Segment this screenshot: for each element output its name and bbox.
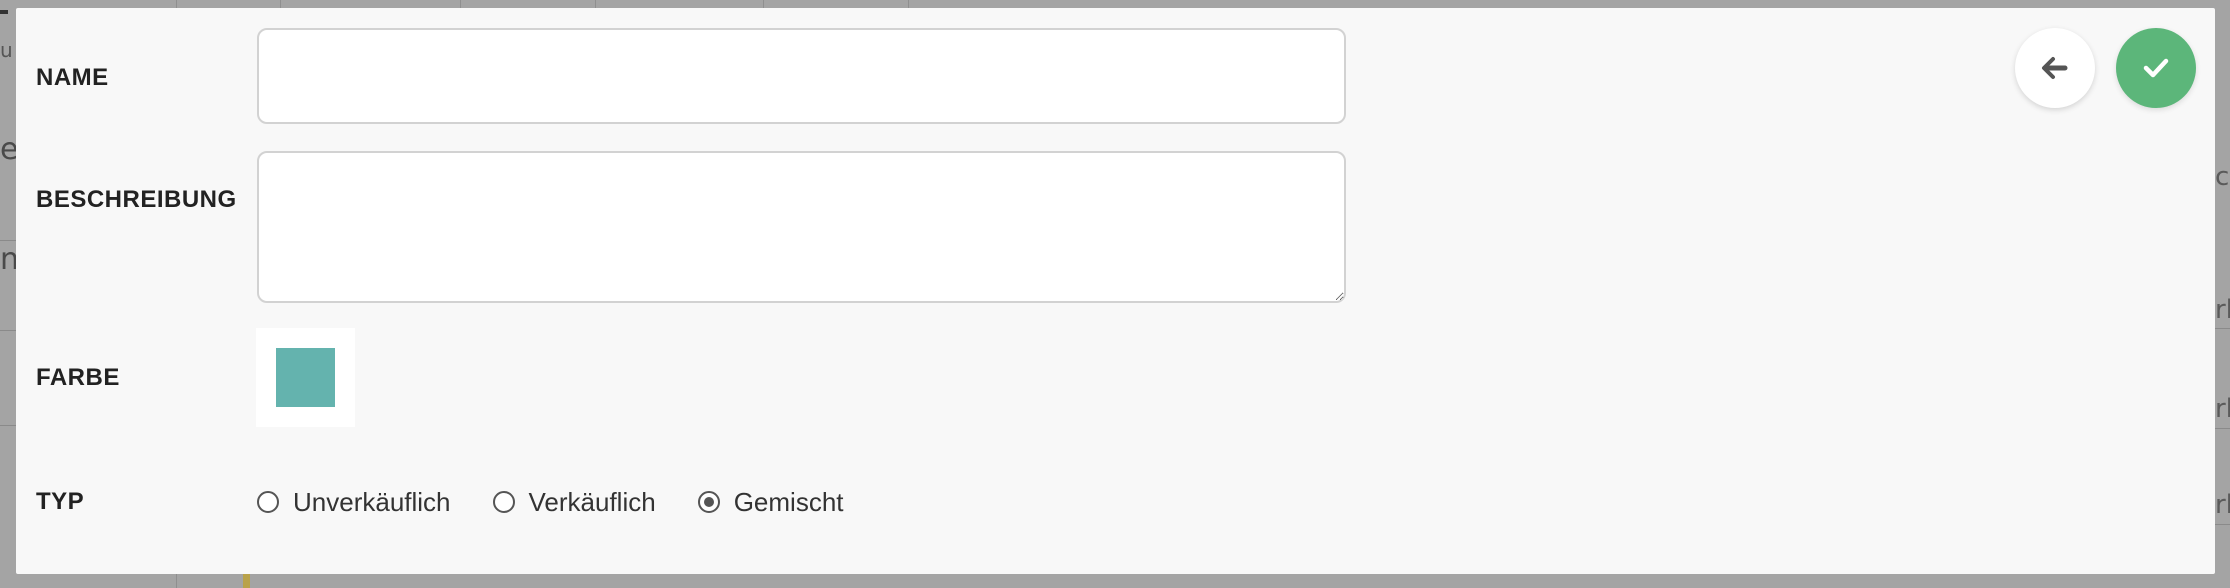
type-option-gemischt[interactable]: Gemischt [697, 486, 844, 518]
edit-dialog: NAME BESCHREIBUNG FARBE TYP Unverkäuflic… [16, 8, 2215, 574]
type-option-unverkaeuflich[interactable]: Unverkäuflich [257, 487, 451, 518]
background-divider [2215, 328, 2230, 329]
radio-label: Verkäuflich [528, 486, 656, 517]
description-textarea[interactable] [257, 151, 1346, 303]
type-option-verkaeuflich[interactable]: Verkäuflich [492, 486, 656, 518]
type-label: TYP [36, 488, 85, 515]
arrow-left-icon [2042, 57, 2068, 79]
background-fragment: ch [2215, 162, 2230, 192]
background-divider [280, 0, 281, 8]
background-divider [2215, 428, 2230, 429]
radio-button-selected[interactable] [697, 491, 720, 513]
back-button[interactable] [2015, 28, 2095, 108]
background-divider [0, 425, 16, 426]
background-divider [763, 0, 764, 8]
background-fragment [243, 574, 250, 588]
background-divider [2215, 524, 2230, 525]
background-divider [176, 0, 177, 8]
background-fragment [0, 10, 8, 14]
background-fragment: rb [2215, 490, 2230, 520]
name-label: NAME [36, 64, 109, 91]
background-divider [0, 330, 16, 331]
color-swatch[interactable] [276, 348, 335, 407]
radio-label: Unverkäuflich [293, 486, 451, 517]
background-divider [0, 240, 16, 241]
radio-button[interactable] [257, 491, 279, 513]
background-divider [595, 0, 596, 8]
radio-label: Gemischt [733, 486, 844, 517]
description-label: BESCHREIBUNG [36, 186, 237, 213]
color-label: FARBE [36, 364, 120, 391]
background-fragment: u [0, 38, 13, 62]
background-fragment: rb [2215, 295, 2230, 325]
radio-button[interactable] [492, 491, 515, 513]
type-radio-group: Unverkäuflich Verkäuflich Gemischt [257, 482, 886, 522]
name-input[interactable] [257, 28, 1346, 124]
confirm-button[interactable] [2116, 28, 2196, 108]
background-divider [908, 0, 909, 8]
color-picker [256, 328, 355, 427]
background-divider [460, 0, 461, 8]
check-icon [2143, 58, 2169, 78]
background-divider [176, 574, 177, 588]
background-fragment: rb [2215, 394, 2230, 424]
